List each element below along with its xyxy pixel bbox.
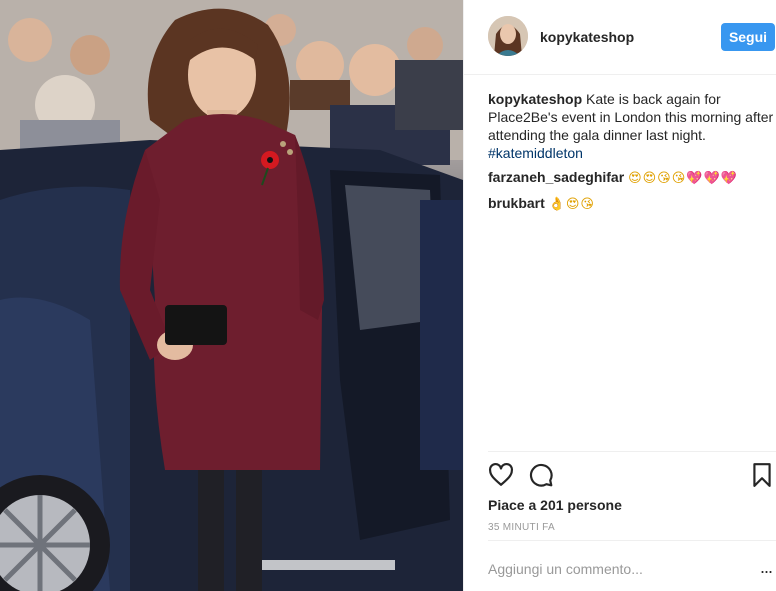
hashtag-link[interactable]: #katemiddleton bbox=[488, 144, 776, 162]
comment-item: farzaneh_sadeghifar 😍😍😘😘💖💖💖 bbox=[488, 168, 776, 188]
bookmark-icon[interactable] bbox=[752, 462, 772, 488]
comment-emoji-text: 😍😍😘😘💖💖💖 bbox=[628, 171, 738, 186]
photo-illustration bbox=[0, 0, 463, 591]
comment-username[interactable]: farzaneh_sadeghifar bbox=[488, 169, 624, 185]
avatar[interactable] bbox=[488, 16, 528, 56]
header-username[interactable]: kopykateshop bbox=[540, 29, 634, 45]
post-photo[interactable] bbox=[0, 0, 463, 591]
post-side-panel: kopykateshop Segui kopykateshop Kate is … bbox=[463, 0, 776, 591]
comment-input[interactable] bbox=[488, 556, 738, 582]
comments-list: kopykateshop Kate is back again for Plac… bbox=[488, 90, 776, 220]
comment-emoji-text: 👌😍😘 bbox=[548, 197, 595, 212]
divider bbox=[488, 451, 776, 452]
post-timestamp[interactable]: 35 MINUTI FA bbox=[488, 522, 555, 533]
more-icon[interactable]: ... bbox=[760, 558, 773, 576]
comment-username[interactable]: brukbart bbox=[488, 195, 545, 211]
avatar-image bbox=[488, 16, 528, 56]
caption: kopykateshop Kate is back again for Plac… bbox=[488, 90, 776, 162]
follow-button[interactable]: Segui bbox=[721, 23, 775, 51]
instagram-post: kopykateshop Segui kopykateshop Kate is … bbox=[0, 0, 776, 591]
divider bbox=[488, 540, 776, 541]
comment-item: brukbart 👌😍😘 bbox=[488, 194, 776, 214]
caption-username[interactable]: kopykateshop bbox=[488, 91, 582, 107]
heart-icon[interactable] bbox=[488, 462, 514, 488]
post-header: kopykateshop Segui bbox=[464, 0, 776, 75]
comment-icon[interactable] bbox=[528, 462, 554, 488]
likes-count[interactable]: Piace a 201 persone bbox=[488, 497, 622, 513]
